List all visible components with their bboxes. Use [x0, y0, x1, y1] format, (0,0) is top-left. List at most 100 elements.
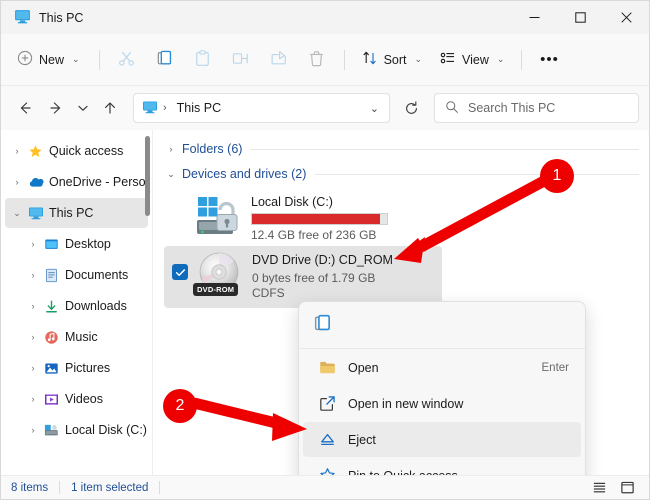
drive-name: Local Disk (C:): [251, 195, 388, 209]
delete-button[interactable]: [299, 44, 335, 76]
status-bar: 8 items 1 item selected: [1, 475, 649, 499]
sort-arrows-icon: [362, 50, 378, 69]
context-menu-item-open[interactable]: Open Enter: [303, 350, 581, 385]
local-disk-c-row[interactable]: Local Disk (C:) 12.4 GB free of 236 GB: [187, 188, 639, 244]
search-input[interactable]: Search This PC: [434, 93, 639, 123]
chevron-right-icon[interactable]: ›: [163, 144, 179, 154]
toolbar-divider-3: [521, 50, 522, 70]
recent-locations-button[interactable]: [72, 93, 94, 123]
new-button[interactable]: New ⌄: [11, 44, 90, 76]
chevron-down-icon: ⌄: [72, 54, 80, 65]
chevron-right-icon[interactable]: ›: [25, 394, 41, 404]
command-toolbar: New ⌄: [1, 34, 649, 86]
title-bar-left: This PC: [1, 8, 83, 28]
toolbar-divider-2: [344, 50, 345, 70]
status-divider: [59, 481, 60, 494]
sidebar-item-local-disk-c[interactable]: › Local Disk (C:): [5, 415, 148, 445]
group-header-label: Folders (6): [182, 142, 242, 156]
chevron-right-icon[interactable]: ›: [25, 425, 41, 435]
breadcrumb-separator: ›: [163, 102, 167, 114]
chevron-right-icon[interactable]: ›: [9, 146, 25, 156]
sidebar-item-label: Pictures: [65, 361, 110, 375]
details-view-icon[interactable]: [587, 478, 611, 498]
folder-icon: [315, 359, 339, 376]
dvd-drive-row[interactable]: DVD-ROM DVD Drive (D:) CD_ROM 0 bytes fr…: [164, 246, 442, 308]
dvd-disc-icon: DVD-ROM: [194, 250, 246, 302]
up-button[interactable]: [95, 93, 125, 123]
share-icon: [270, 50, 287, 70]
close-button[interactable]: [603, 1, 649, 34]
drive-capacity-text: 12.4 GB free of 236 GB: [251, 228, 388, 242]
sidebar-item-onedrive[interactable]: › OneDrive - Perso: [5, 167, 148, 197]
chevron-down-icon: ⌄: [497, 54, 505, 65]
breadcrumb-item-this-pc[interactable]: This PC: [177, 101, 221, 115]
sidebar-scrollbar-thumb[interactable]: [145, 136, 150, 216]
share-button[interactable]: [261, 44, 297, 76]
sidebar-item-this-pc[interactable]: ⌄ This PC: [5, 198, 148, 228]
sidebar-item-label: Videos: [65, 392, 103, 406]
minimize-button[interactable]: [511, 1, 557, 34]
paste-button[interactable]: [185, 44, 221, 76]
chevron-right-icon[interactable]: ›: [25, 270, 41, 280]
chevron-right-icon[interactable]: ›: [25, 239, 41, 249]
maximize-button[interactable]: [557, 1, 603, 34]
sidebar-item-pictures[interactable]: › Pictures: [5, 353, 148, 383]
trash-icon: [308, 50, 325, 70]
sidebar-item-label: Music: [65, 330, 98, 344]
group-header-devices-and-drives[interactable]: ⌄ Devices and drives (2): [163, 163, 639, 185]
status-item-count: 8 items: [11, 482, 48, 494]
forward-button[interactable]: [41, 93, 71, 123]
window-title: This PC: [39, 11, 83, 25]
chevron-right-icon[interactable]: ›: [25, 363, 41, 373]
ellipsis-icon: •••: [540, 56, 559, 64]
view-button[interactable]: View ⌄: [432, 44, 512, 76]
file-explorer-window: This PC New ⌄: [0, 0, 650, 500]
back-button[interactable]: [10, 93, 40, 123]
window-controls: [511, 1, 649, 34]
copy-icon[interactable]: [313, 314, 332, 336]
sidebar-item-desktop[interactable]: › Desktop: [5, 229, 148, 259]
context-menu-item-label: Open: [348, 361, 379, 375]
chevron-right-icon[interactable]: ›: [25, 301, 41, 311]
sidebar-item-downloads[interactable]: › Downloads: [5, 291, 148, 321]
chevron-right-icon[interactable]: ›: [9, 177, 25, 187]
dvd-drive-checkbox[interactable]: [172, 264, 188, 280]
this-pc-monitor-icon: [142, 99, 158, 118]
cut-button[interactable]: [109, 44, 145, 76]
paste-icon: [194, 50, 211, 70]
context-menu-quick-actions: [299, 302, 585, 349]
desktop-icon: [41, 237, 62, 252]
eject-menu-item[interactable]: Eject: [303, 422, 581, 457]
chevron-down-icon[interactable]: ⌄: [9, 208, 25, 219]
sidebar-item-music[interactable]: › Music: [5, 322, 148, 352]
breadcrumb-chevron-down-icon[interactable]: ⌄: [366, 102, 383, 115]
chevron-down-icon[interactable]: ⌄: [163, 169, 179, 180]
downloads-icon: [41, 299, 62, 314]
capacity-bar-fill: [252, 214, 380, 224]
chevron-right-icon[interactable]: ›: [25, 332, 41, 342]
sidebar-item-label: Desktop: [65, 237, 111, 251]
videos-icon: [41, 392, 62, 407]
status-divider-2: [159, 481, 160, 494]
sidebar-item-quick-access[interactable]: › Quick access: [5, 136, 148, 166]
refresh-button[interactable]: [396, 93, 426, 123]
documents-icon: [41, 268, 62, 283]
search-icon: [445, 100, 459, 117]
sort-button[interactable]: Sort ⌄: [354, 44, 430, 76]
sidebar-item-label: OneDrive - Perso: [49, 175, 146, 189]
rename-button[interactable]: [223, 44, 259, 76]
status-selection: 1 item selected: [71, 482, 148, 494]
see-more-button[interactable]: •••: [531, 44, 567, 76]
sidebar-item-videos[interactable]: › Videos: [5, 384, 148, 414]
breadcrumb[interactable]: › This PC ⌄: [133, 93, 390, 123]
sidebar-item-documents[interactable]: › Documents: [5, 260, 148, 290]
group-header-folders[interactable]: › Folders (6): [163, 138, 639, 160]
dvd-rom-badge: DVD-ROM: [193, 283, 238, 296]
copy-button[interactable]: [147, 44, 183, 76]
context-menu-item-open-in-new-window[interactable]: Open in new window: [303, 386, 581, 421]
sidebar-item-label: Quick access: [49, 144, 123, 158]
hard-drive-icon: [41, 423, 62, 438]
open-new-window-icon: [315, 395, 339, 412]
large-icons-view-icon[interactable]: [615, 478, 639, 498]
context-menu-item-label: Open in new window: [348, 397, 463, 411]
